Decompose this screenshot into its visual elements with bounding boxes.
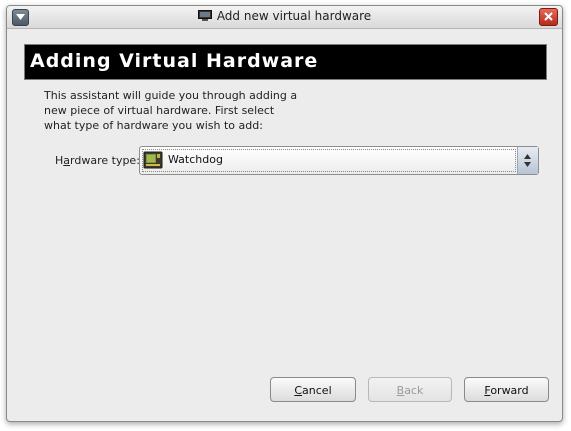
page-title: Adding Virtual Hardware — [30, 50, 319, 72]
hardware-type-label-post: rdware type: — [70, 154, 140, 167]
hardware-type-value: Watchdog — [168, 153, 223, 166]
dialog-window: Add new virtual hardware Adding Virtual … — [6, 5, 563, 422]
cancel-button-label: ancel — [302, 384, 332, 397]
window-title: Add new virtual hardware — [216, 9, 372, 23]
forward-button[interactable]: Forward — [464, 377, 549, 402]
back-button-label: ack — [404, 384, 424, 397]
close-button[interactable] — [539, 8, 558, 26]
header-banner: Adding Virtual Hardware — [24, 44, 547, 80]
hardware-type-label: Hardware type: — [55, 154, 140, 167]
hardware-type-select[interactable]: Watchdog — [139, 146, 539, 175]
window-title-area: Add new virtual hardware — [7, 9, 562, 23]
forward-button-label: orward — [490, 384, 529, 397]
intro-text: This assistant will guide you through ad… — [44, 89, 298, 132]
cancel-button-mnemonic: C — [294, 384, 303, 397]
hardware-card-icon — [143, 151, 163, 169]
back-button[interactable]: Back — [368, 377, 452, 402]
select-arrow-button[interactable] — [517, 147, 538, 174]
cancel-button[interactable]: Cancel — [270, 377, 356, 402]
monitor-icon — [197, 10, 212, 21]
up-down-arrows-icon — [524, 154, 531, 167]
title-bar[interactable]: Add new virtual hardware — [7, 6, 562, 29]
close-icon — [544, 12, 553, 21]
